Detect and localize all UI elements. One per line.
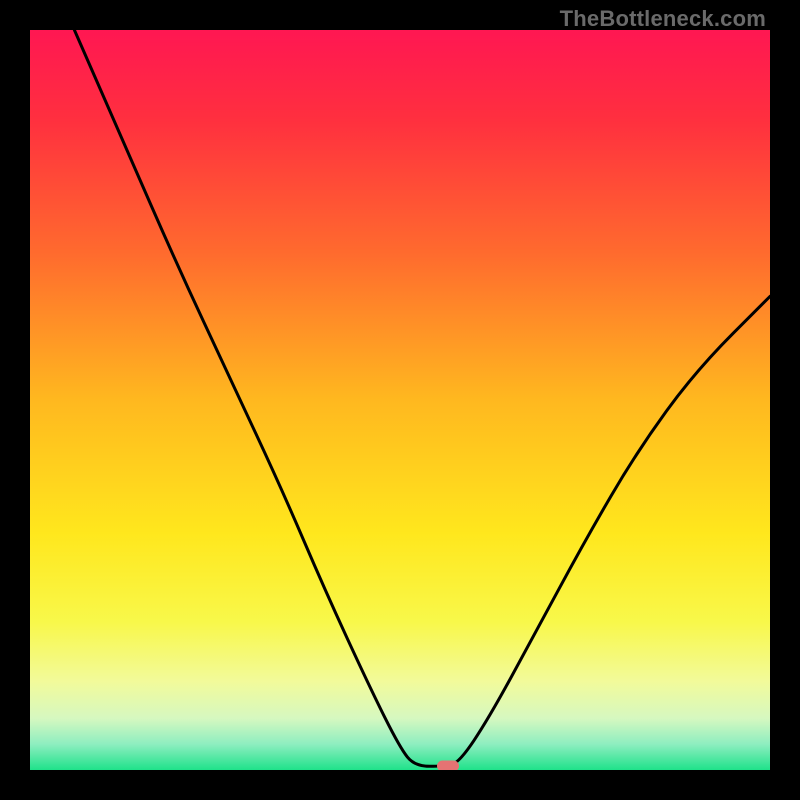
plot-area (30, 30, 770, 770)
optimal-point-marker (437, 761, 459, 770)
chart-background (30, 30, 770, 770)
chart-frame: TheBottleneck.com (0, 0, 800, 800)
chart-svg (30, 30, 770, 770)
watermark-text: TheBottleneck.com (560, 6, 766, 32)
